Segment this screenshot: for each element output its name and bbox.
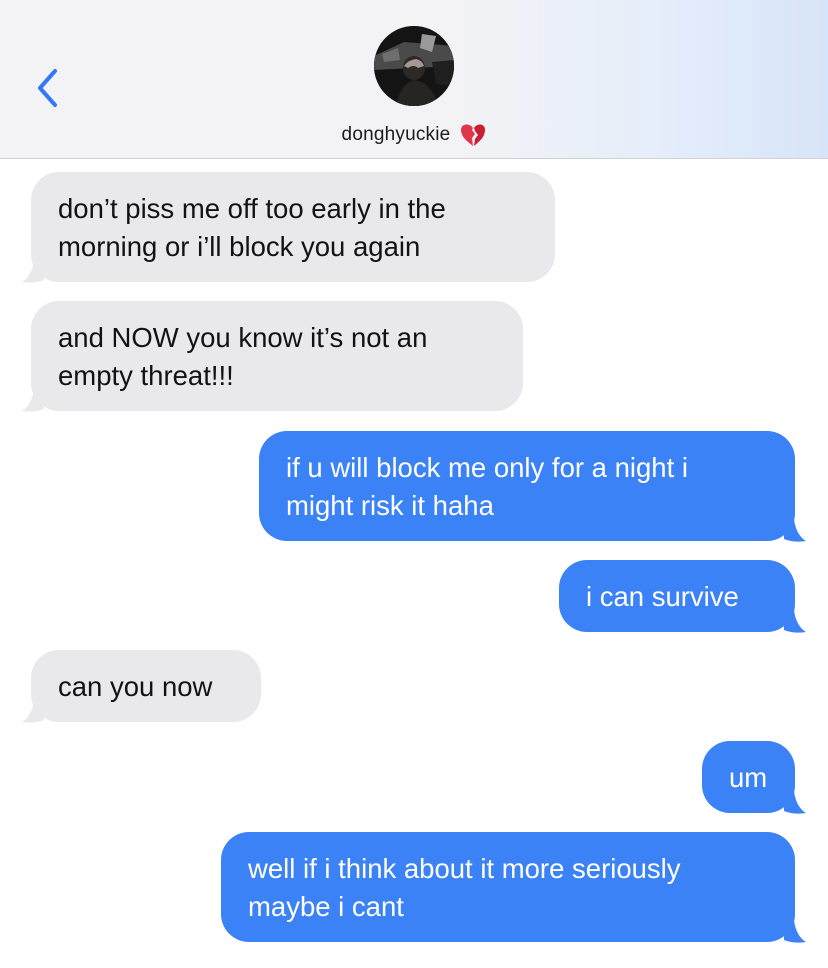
- bubble-tail: [784, 519, 806, 542]
- incoming-message[interactable]: can you now: [31, 650, 261, 722]
- back-button[interactable]: [32, 66, 62, 110]
- bubble-tail: [784, 920, 806, 943]
- bubble-tail: [22, 700, 44, 723]
- incoming-message[interactable]: and NOW you know it’s not an empty threa…: [31, 301, 523, 411]
- conversation-header: donghyuckie: [0, 0, 828, 159]
- contact-name: donghyuckie: [341, 124, 451, 145]
- chevron-left-icon: [38, 69, 57, 107]
- outgoing-message[interactable]: if u will block me only for a night i mi…: [259, 431, 795, 541]
- incoming-message[interactable]: don’t piss me off too early in the morni…: [31, 172, 555, 282]
- contact-title[interactable]: donghyuckie: [0, 120, 828, 150]
- avatar[interactable]: [374, 26, 454, 106]
- bubble-tail: [784, 791, 806, 814]
- outgoing-message[interactable]: i can survive: [559, 560, 795, 632]
- bubble-tail: [22, 260, 44, 283]
- contact-photo: [374, 26, 454, 106]
- broken-heart-icon: [461, 124, 486, 146]
- bubble-tail: [22, 389, 44, 412]
- outgoing-message[interactable]: well if i think about it more seriously …: [221, 832, 795, 942]
- bubble-tail: [784, 610, 806, 633]
- outgoing-message[interactable]: um: [702, 741, 795, 813]
